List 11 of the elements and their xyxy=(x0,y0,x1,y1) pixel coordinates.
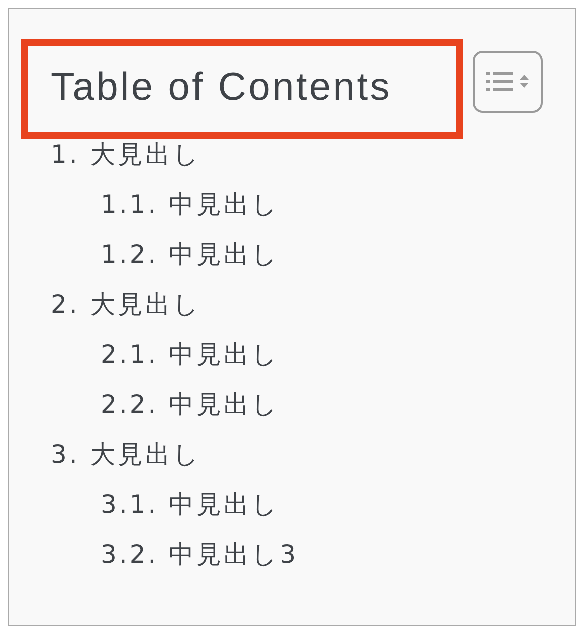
toc-link[interactable]: 1.2. 中見出し xyxy=(101,230,280,280)
toc-link[interactable]: 2. 大見出し xyxy=(51,280,202,330)
toggle-button[interactable] xyxy=(473,51,543,113)
toc-link[interactable]: 3. 大見出し xyxy=(51,430,202,480)
toc-link[interactable]: 3.2. 中見出し3 xyxy=(101,530,299,580)
toc-link[interactable]: 3.1. 中見出し xyxy=(101,480,280,530)
toc-link[interactable]: 2.2. 中見出し xyxy=(101,380,280,430)
toc-link[interactable]: 1.1. 中見出し xyxy=(101,180,280,230)
toc-link[interactable]: 2.1. 中見出し xyxy=(101,330,280,380)
toc-link[interactable]: 1. 大見出し xyxy=(51,130,202,180)
toc-title: Table of Contents xyxy=(51,65,392,111)
